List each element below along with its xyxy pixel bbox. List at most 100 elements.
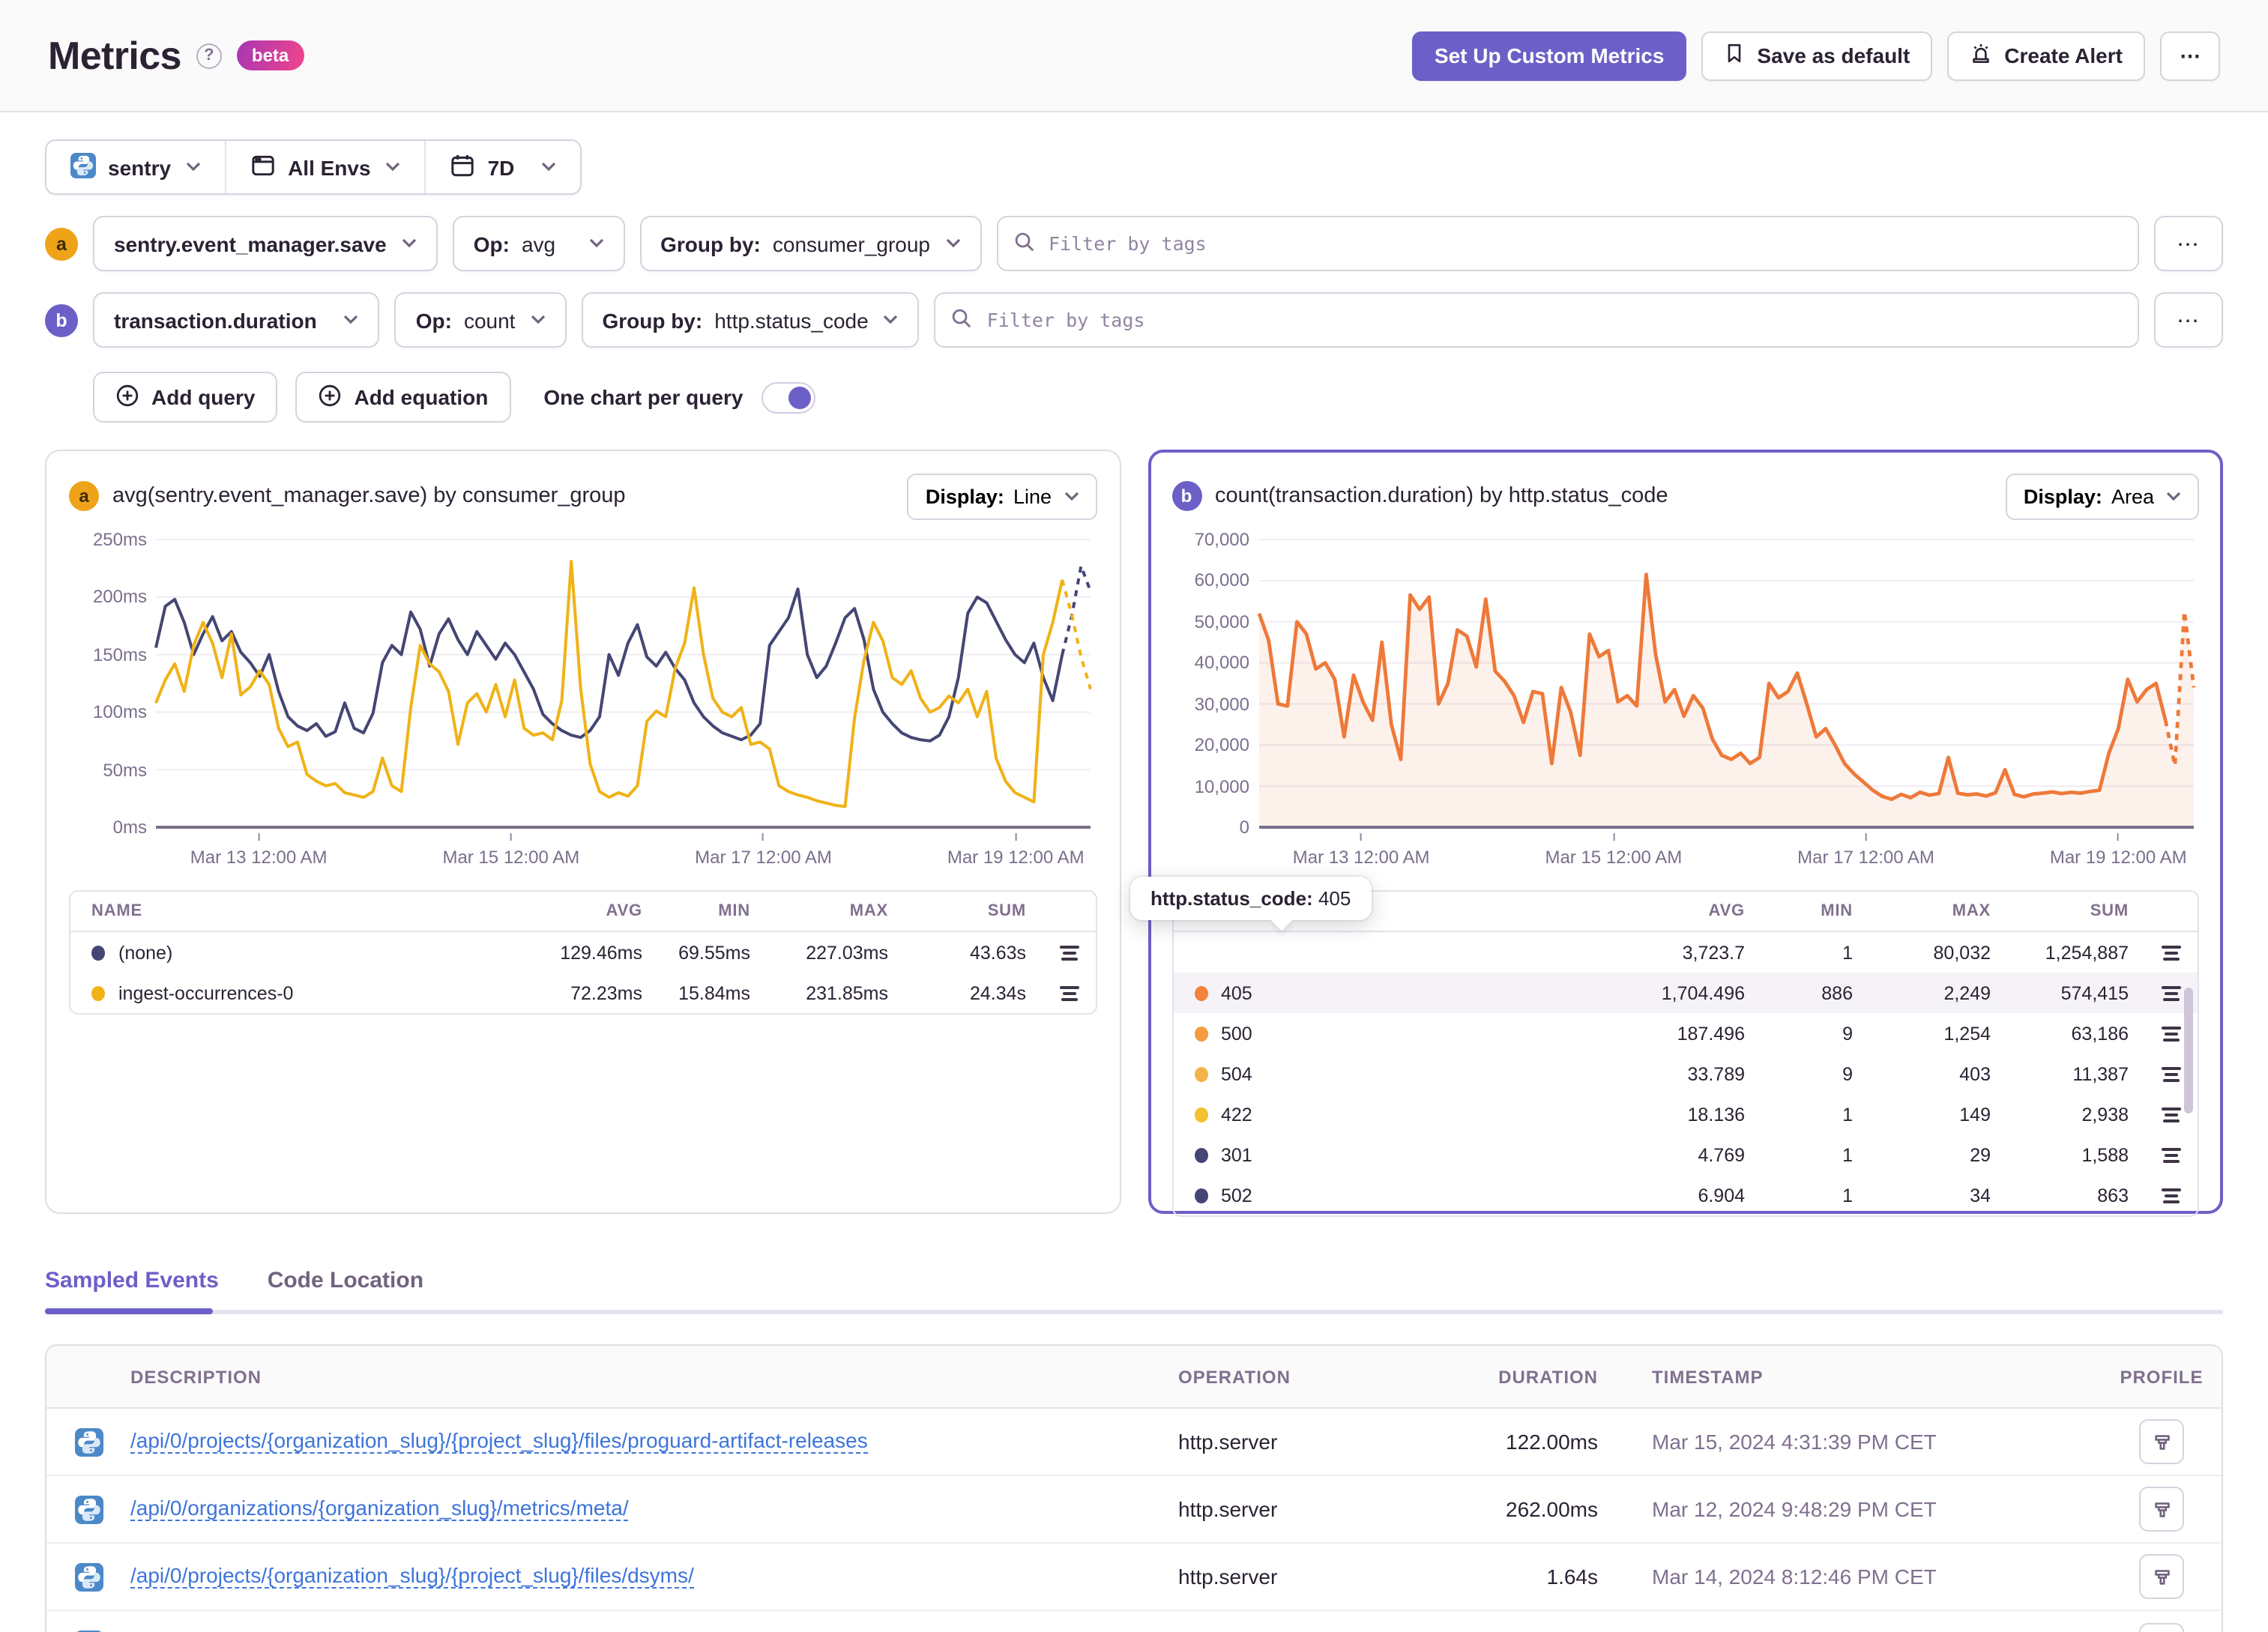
- setup-custom-metrics-button[interactable]: Set Up Custom Metrics: [1411, 31, 1687, 80]
- chevron-down-icon: [2166, 491, 2181, 501]
- summary-row[interactable]: 500 187.496 9 1,254 63,186: [1173, 1013, 2198, 1054]
- summary-row[interactable]: 502 6.904 1 34 863: [1173, 1175, 2198, 1215]
- tab-sampled-events[interactable]: Sampled Events: [45, 1268, 219, 1293]
- col-avg: AVG: [1708, 902, 1745, 920]
- row-filter-menu-button[interactable]: [1032, 981, 1083, 1005]
- display-select-a[interactable]: Display: Line: [907, 473, 1097, 519]
- op-select-b[interactable]: Op: count: [394, 292, 567, 348]
- y-tick-label: 30,000: [1194, 693, 1249, 715]
- tooltip-label: http.status_code:: [1150, 887, 1313, 910]
- series-max: 1,254: [1943, 1023, 1991, 1044]
- series-name: 504: [1221, 1063, 1252, 1084]
- tab-code-location[interactable]: Code Location: [268, 1268, 423, 1293]
- summary-row[interactable]: 301 4.769 1 29 1,588: [1173, 1134, 2198, 1175]
- tag-filter-input-a[interactable]: [996, 216, 2139, 271]
- add-equation-button[interactable]: Add equation: [295, 372, 511, 423]
- chevron-down-icon: [344, 315, 359, 325]
- tag-filter-a: [996, 216, 2139, 271]
- one-chart-per-query-toggle[interactable]: [761, 381, 815, 413]
- y-tick-label: 70,000: [1194, 529, 1249, 550]
- metric-select-b[interactable]: transaction.duration: [93, 292, 380, 348]
- row-filter-menu-button[interactable]: [2135, 1183, 2186, 1207]
- create-alert-button[interactable]: Create Alert: [1947, 31, 2145, 80]
- profile-button[interactable]: [2139, 1419, 2184, 1464]
- event-description-link[interactable]: /api/0/projects/{organization_slug}/{pro…: [130, 1428, 868, 1454]
- chevron-down-icon: [945, 238, 960, 249]
- series-name: 301: [1221, 1144, 1252, 1165]
- event-timestamp: Mar 12, 2024 9:48:29 PM CET: [1652, 1497, 1937, 1521]
- event-description-link[interactable]: /api/0/projects/{organization_slug}/{pro…: [130, 1563, 694, 1589]
- summary-row[interactable]: (none) 129.46ms 69.55ms 227.03ms 43.63s: [70, 932, 1095, 973]
- python-platform-icon: [46, 1427, 130, 1456]
- query-actions-row: Add query Add equation One chart per que…: [45, 372, 2223, 423]
- col-avg: AVG: [606, 902, 642, 920]
- chart-plot-area[interactable]: [156, 540, 1091, 827]
- plus-circle-icon: [318, 383, 342, 411]
- x-tick-label: Mar 19 12:00 AM: [2050, 833, 2187, 868]
- chart-plot-area[interactable]: [1258, 540, 2193, 827]
- row-filter-menu-button[interactable]: [2135, 1062, 2186, 1086]
- groupby-value-a: consumer_group: [772, 232, 930, 256]
- row-filter-menu-button[interactable]: [1032, 940, 1083, 964]
- metric-select-a[interactable]: sentry.event_manager.save: [93, 216, 438, 271]
- row-filter-menu-button[interactable]: [2135, 1021, 2186, 1045]
- chevron-down-icon: [1064, 491, 1079, 501]
- series-avg: 72.23ms: [570, 982, 642, 1003]
- series-avg: 33.789: [1687, 1063, 1745, 1084]
- y-tick-label: 150ms: [92, 644, 147, 665]
- help-icon[interactable]: ?: [196, 43, 222, 68]
- event-row: /api/0/organizations/{organization_slug}…: [46, 1611, 2222, 1632]
- add-query-button[interactable]: Add query: [93, 372, 278, 423]
- summary-row[interactable]: 3,723.7 1 80,032 1,254,887: [1173, 932, 2198, 973]
- series-min: 9: [1842, 1023, 1853, 1044]
- op-select-a[interactable]: Op: avg: [452, 216, 625, 271]
- profile-button[interactable]: [2139, 1487, 2184, 1532]
- groupby-select-b[interactable]: Group by: http.status_code: [581, 292, 920, 348]
- series-color-dot: [1194, 1147, 1207, 1162]
- summary-row[interactable]: 422 18.136 1 149 2,938: [1173, 1094, 2198, 1134]
- row-filter-menu-button[interactable]: [2135, 981, 2186, 1005]
- toggle-knob: [788, 386, 811, 408]
- y-tick-label: 100ms: [92, 701, 147, 723]
- series-sum: 43.63s: [969, 942, 1026, 963]
- row-filter-menu-button[interactable]: [2135, 1143, 2186, 1167]
- profile-button[interactable]: [2139, 1554, 2184, 1599]
- groupby-select-a[interactable]: Group by: consumer_group: [639, 216, 981, 271]
- col-min: MIN: [1821, 902, 1853, 920]
- series-avg: 6.904: [1698, 1185, 1745, 1206]
- series-min: 1: [1842, 942, 1853, 963]
- line-chart-a[interactable]: 0ms 50ms 100ms 150ms 200ms 250ms Mar 13 12:00 …: [69, 528, 1097, 869]
- chevron-down-icon: [186, 162, 201, 172]
- save-as-default-button[interactable]: Save as default: [1701, 31, 1933, 80]
- series-name: 500: [1221, 1023, 1252, 1044]
- environment-filter[interactable]: All Envs: [225, 141, 425, 193]
- tag-filter-input-b[interactable]: [934, 292, 2139, 348]
- bookmark-icon: [1724, 42, 1745, 69]
- date-range-filter[interactable]: 7D: [424, 141, 581, 193]
- project-filter[interactable]: sentry: [46, 141, 225, 193]
- event-description-link[interactable]: /api/0/organizations/{organization_slug}…: [130, 1496, 629, 1521]
- chart-panel-b[interactable]: b count(transaction.duration) by http.st…: [1130, 450, 2223, 1217]
- summary-row[interactable]: 504 33.789 9 403 11,387: [1173, 1054, 2198, 1094]
- chevron-down-icon: [402, 238, 417, 249]
- query-more-button-a[interactable]: ⋯: [2154, 216, 2223, 271]
- summary-row[interactable]: ingest-occurrences-0 72.23ms 15.84ms 231.85…: [70, 973, 1095, 1013]
- chart-panel-a[interactable]: a avg(sentry.event_manager.save) by cons…: [45, 450, 1121, 1214]
- summary-rows-a: (none) 129.46ms 69.55ms 227.03ms 43.63s inges…: [70, 932, 1095, 1013]
- query-more-button-b[interactable]: ⋯: [2154, 292, 2223, 348]
- profile-button[interactable]: [2139, 1622, 2184, 1632]
- display-select-b[interactable]: Display: Area: [2005, 473, 2199, 519]
- summary-row[interactable]: 405 1,704.496 886 2,249 574,415: [1173, 973, 2198, 1013]
- col-max: MAX: [1952, 902, 1991, 920]
- area-chart-b[interactable]: 0 10,000 20,000 30,000 40,000 50,000 60,000 70,…: [1171, 528, 2199, 869]
- table-scrollbar[interactable]: [2184, 988, 2193, 1113]
- y-tick-label: 200ms: [92, 586, 147, 608]
- groupby-value-b: http.status_code: [714, 308, 869, 332]
- page-header: Metrics ? beta Set Up Custom Metrics Sav…: [0, 0, 2268, 112]
- row-filter-menu-button[interactable]: [2135, 940, 2186, 964]
- y-axis: 0 10,000 20,000 30,000 40,000 50,000 60,000 70,…: [1171, 529, 1249, 838]
- header-more-button[interactable]: ⋯: [2160, 31, 2220, 80]
- series-name: 405: [1221, 982, 1252, 1003]
- query-badge-b: b: [1171, 481, 1201, 511]
- row-filter-menu-button[interactable]: [2135, 1102, 2186, 1126]
